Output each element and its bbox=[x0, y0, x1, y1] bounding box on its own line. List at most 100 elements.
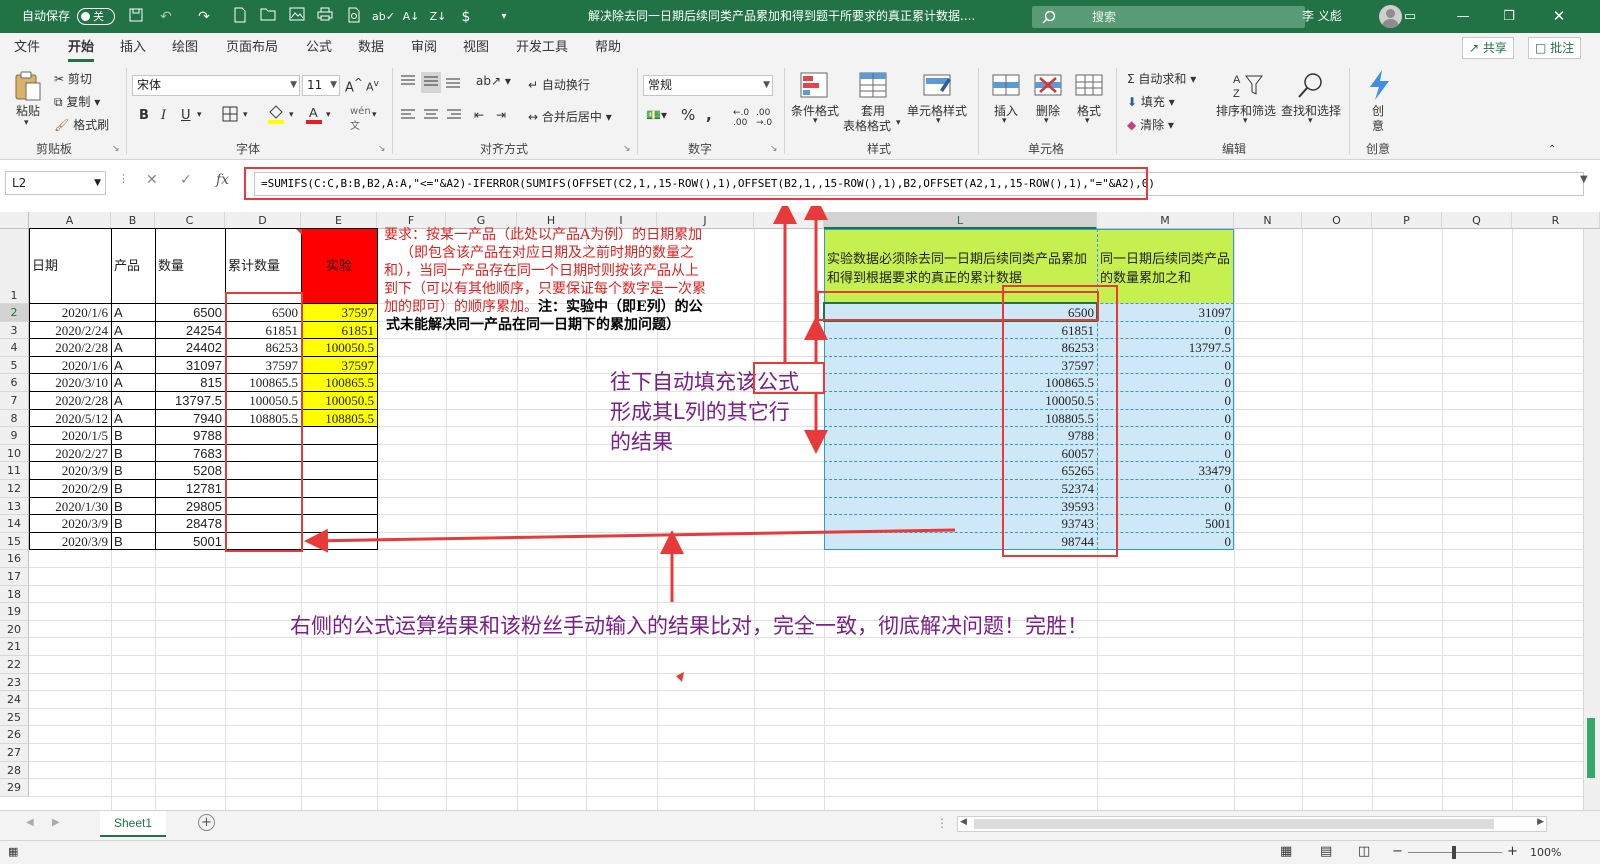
share-button[interactable]: ↗ 共享 bbox=[1462, 37, 1514, 59]
tab-file[interactable]: 文件 bbox=[14, 33, 40, 62]
open-folder-icon[interactable] bbox=[258, 7, 278, 27]
column-header-q[interactable]: Q bbox=[1442, 212, 1512, 229]
row-header-7[interactable]: 7 bbox=[0, 392, 29, 410]
ideas-lightning-icon[interactable] bbox=[1364, 68, 1396, 100]
chevron-down-icon[interactable]: ▾ bbox=[1044, 116, 1049, 126]
orientation-icon[interactable]: ab↗ ▾ bbox=[476, 74, 511, 88]
row-header-5[interactable]: 5 bbox=[0, 356, 29, 375]
sort-ascending-icon[interactable]: A↓ bbox=[401, 7, 421, 27]
cell-c8[interactable]: 7940 bbox=[155, 411, 225, 427]
tab-data[interactable]: 数据 bbox=[358, 33, 384, 62]
more-options-icon[interactable]: ⋮ bbox=[118, 172, 129, 185]
cut-button[interactable]: ✂ 剪切 bbox=[54, 70, 92, 87]
clipboard-launcher-icon[interactable]: ↘ bbox=[112, 144, 120, 154]
row-header-11[interactable]: 11 bbox=[0, 462, 29, 480]
cell-c7[interactable]: 13797.5 bbox=[155, 393, 225, 409]
scroll-right-arrow-icon[interactable]: ▶ bbox=[1537, 817, 1544, 827]
expand-formula-icon[interactable]: ▼ bbox=[1580, 174, 1588, 185]
increase-font-icon[interactable]: A^ bbox=[345, 76, 363, 95]
worksheet-grid[interactable]: A B C D E F G H I J K L M N O P Q R 1 2 3 4 5 6 7 8 9 10 11 12 13 14 15 1… bbox=[0, 206, 1600, 810]
cell-a10[interactable]: 2020/2/27 bbox=[29, 446, 111, 462]
cell-a13[interactable]: 2020/1/30 bbox=[29, 499, 111, 515]
macro-record-icon[interactable]: ▦ bbox=[8, 845, 18, 858]
row-header-4[interactable]: 4 bbox=[0, 339, 29, 357]
font-size-select[interactable]: 11 ▼ bbox=[302, 75, 340, 96]
cell-a4[interactable]: 2020/2/28 bbox=[29, 340, 111, 356]
phonetic-icon[interactable]: wén 文 bbox=[350, 106, 371, 132]
column-header-b[interactable]: B bbox=[111, 212, 155, 229]
align-middle-icon[interactable] bbox=[421, 72, 441, 93]
save-icon[interactable] bbox=[126, 7, 146, 27]
fill-color-icon[interactable] bbox=[267, 104, 285, 127]
select-all-corner[interactable] bbox=[0, 212, 29, 229]
cancel-icon[interactable]: ✕ bbox=[146, 172, 158, 188]
number-launcher-icon[interactable]: ↘ bbox=[770, 144, 778, 154]
row-header-8[interactable]: 8 bbox=[0, 409, 29, 428]
paste-dropdown-icon[interactable]: ▾ bbox=[24, 118, 29, 128]
cell-e4[interactable]: 100050.5 bbox=[301, 340, 377, 356]
fill-button[interactable]: ⬇ 填充 ▾ bbox=[1127, 93, 1175, 110]
new-document-icon[interactable] bbox=[230, 7, 250, 27]
row-header-24[interactable]: 24 bbox=[0, 691, 29, 709]
cell-c13[interactable]: 29805 bbox=[155, 499, 225, 515]
cell-b9[interactable]: B bbox=[111, 428, 155, 444]
row-header-19[interactable]: 19 bbox=[0, 603, 29, 621]
picture-icon[interactable] bbox=[287, 7, 307, 27]
tab-help[interactable]: 帮助 bbox=[595, 33, 621, 62]
format-painter-button[interactable]: 🖌 格式刷 bbox=[54, 116, 109, 133]
sort-filter-icon[interactable]: AZ bbox=[1232, 70, 1264, 102]
cell-c10[interactable]: 7683 bbox=[155, 446, 225, 462]
cell-c14[interactable]: 28478 bbox=[155, 516, 225, 532]
align-top-icon[interactable] bbox=[400, 74, 416, 91]
print-preview-icon[interactable] bbox=[344, 7, 364, 27]
vertical-scroll-thumb[interactable] bbox=[1587, 718, 1595, 778]
cell-b7[interactable]: A bbox=[111, 393, 155, 409]
chevron-down-icon[interactable]: ▾ bbox=[1002, 116, 1007, 126]
borders-icon[interactable] bbox=[222, 106, 238, 125]
row-header-2[interactable]: 2 bbox=[0, 304, 29, 322]
zoom-level[interactable]: 100% bbox=[1530, 846, 1561, 859]
cell-c3[interactable]: 24254 bbox=[155, 323, 225, 339]
minimize-icon[interactable]: — bbox=[1440, 0, 1486, 33]
chevron-down-icon[interactable]: ▾ bbox=[1308, 116, 1313, 126]
align-right-icon[interactable] bbox=[446, 108, 462, 125]
format-as-table-label-2[interactable]: 表格格式 bbox=[843, 117, 891, 134]
add-sheet-icon[interactable]: + bbox=[198, 814, 215, 831]
cell-a6[interactable]: 2020/3/10 bbox=[29, 375, 111, 391]
increase-indent-icon[interactable]: ⇥ bbox=[496, 108, 506, 122]
cell-c12[interactable]: 12781 bbox=[155, 481, 225, 497]
sum-icon[interactable]: $ bbox=[456, 7, 476, 27]
decrease-font-icon[interactable]: Av bbox=[366, 78, 379, 94]
cell-e3[interactable]: 61851 bbox=[301, 323, 377, 339]
cell-b11[interactable]: B bbox=[111, 463, 155, 479]
tab-split-handle[interactable]: ⋮ bbox=[936, 816, 948, 830]
autosum-button[interactable]: Σ 自动求和 ▾ bbox=[1127, 70, 1196, 87]
paste-icon[interactable] bbox=[13, 70, 45, 102]
cell-b4[interactable]: A bbox=[111, 340, 155, 356]
cell-c11[interactable]: 5208 bbox=[155, 463, 225, 479]
tab-review[interactable]: 审阅 bbox=[411, 33, 437, 62]
cell-a12[interactable]: 2020/2/9 bbox=[29, 481, 111, 497]
cell-a5[interactable]: 2020/1/6 bbox=[29, 358, 111, 374]
row-header-12[interactable]: 12 bbox=[0, 480, 29, 498]
row-header-17[interactable]: 17 bbox=[0, 568, 29, 586]
chevron-down-icon[interactable]: ▾ bbox=[1243, 116, 1248, 126]
zoom-in-icon[interactable]: + bbox=[1507, 844, 1518, 859]
wrap-text-button[interactable]: ↵ 自动换行 bbox=[528, 76, 590, 93]
cell-b3[interactable]: A bbox=[111, 323, 155, 339]
cell-c9[interactable]: 9788 bbox=[155, 428, 225, 444]
format-cells-icon[interactable] bbox=[1073, 70, 1105, 102]
align-left-icon[interactable] bbox=[400, 108, 416, 125]
cell-b12[interactable]: B bbox=[111, 481, 155, 497]
cell-a3[interactable]: 2020/2/24 bbox=[29, 323, 111, 339]
align-bottom-icon[interactable] bbox=[445, 74, 461, 91]
column-header-a[interactable]: A bbox=[29, 212, 111, 229]
column-header-c[interactable]: C bbox=[155, 212, 225, 229]
font-launcher-icon[interactable]: ↘ bbox=[378, 144, 386, 154]
cell-b5[interactable]: A bbox=[111, 358, 155, 374]
cell-b2[interactable]: A bbox=[111, 305, 155, 321]
cell-c6[interactable]: 815 bbox=[155, 375, 225, 391]
chevron-down-icon[interactable]: ▾ bbox=[289, 110, 294, 120]
cell-c5[interactable]: 31097 bbox=[155, 358, 225, 374]
row-header-21[interactable]: 21 bbox=[0, 638, 29, 656]
